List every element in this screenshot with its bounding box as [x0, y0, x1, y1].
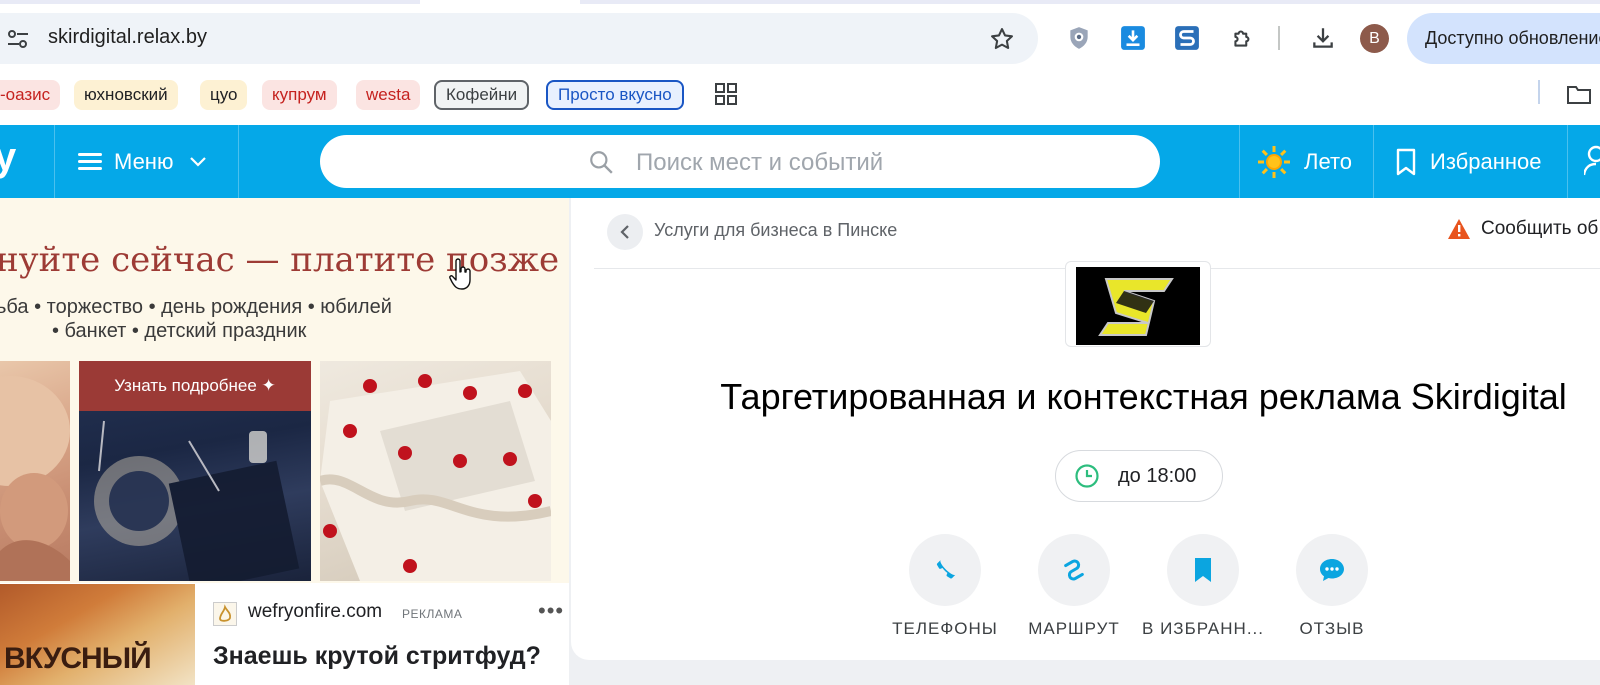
working-hours-badge[interactable]: до 18:00	[1055, 450, 1223, 502]
update-button[interactable]: Доступно обновление	[1407, 13, 1600, 64]
bookmark-item[interactable]: westa	[356, 80, 421, 110]
bookmark-item[interactable]: Просто вкусно	[546, 80, 684, 110]
phones-button[interactable]: ТЕЛЕФОНЫ	[875, 534, 1015, 639]
ad-banner[interactable]: нуйте сейчас — платите позже ьба • торже…	[0, 198, 569, 583]
comment-icon	[1318, 557, 1346, 583]
download-extension-icon[interactable]	[1120, 25, 1146, 51]
action-label: ТЕЛЕФОНЫ	[892, 619, 998, 638]
report-link[interactable]: Сообщить об	[1447, 218, 1598, 240]
action-label: В ИЗБРАНН...	[1142, 619, 1264, 638]
folder-icon[interactable]	[1566, 82, 1592, 106]
ad-label: РЕКЛАМА	[402, 607, 463, 621]
route-icon	[1060, 556, 1088, 584]
review-button[interactable]: ОТЗЫВ	[1262, 534, 1402, 639]
url-text[interactable]: skirdigital.relax.by	[48, 26, 207, 49]
header-divider	[1373, 125, 1374, 198]
company-card: Услуги для бизнеса в Пинске Сообщить об …	[571, 198, 1600, 660]
chevron-left-icon	[618, 224, 632, 240]
warning-icon	[1447, 218, 1471, 240]
route-button[interactable]: МАРШРУТ	[1004, 534, 1144, 639]
downloads-icon[interactable]	[1310, 25, 1336, 51]
ad-food-text: ВКУСНЫЙ	[4, 642, 152, 675]
s-extension-icon[interactable]	[1174, 25, 1200, 51]
ad-headline: нуйте сейчас — платите позже	[0, 240, 560, 280]
shield-extension-icon[interactable]	[1066, 25, 1092, 51]
bookmark-item[interactable]: купрум	[262, 80, 337, 110]
ad-photo-person	[0, 361, 70, 581]
ad-title[interactable]: Знаешь крутой стритфуд?	[213, 642, 541, 671]
puzzle-extensions-icon[interactable]	[1230, 25, 1256, 51]
ad-food-image: ВКУСНЫЙ	[0, 584, 195, 685]
site-logo[interactable]: y	[0, 135, 16, 180]
ad-photo-cake	[320, 361, 551, 581]
bookmark-item[interactable]: -оазис	[0, 80, 61, 110]
bookmark-icon	[1193, 557, 1213, 583]
company-logo	[1065, 261, 1211, 347]
search-input[interactable]: Поиск мест и событий	[320, 135, 1160, 188]
search-placeholder: Поиск мест и событий	[636, 149, 884, 176]
bookmark-outline-icon	[1396, 148, 1416, 176]
bookmarks-bar: -оазис юхновский цуо купрум westa Кофейн…	[0, 78, 1600, 124]
header-divider	[1239, 125, 1240, 198]
bookmark-item[interactable]: цуо	[200, 80, 248, 110]
tab-strip	[0, 0, 1600, 4]
menu-label: Меню	[114, 148, 174, 174]
hand-cursor-icon	[448, 258, 474, 292]
company-name: Таргетированная и контекстная реклама Sk…	[720, 376, 1567, 417]
favorites-label: Избранное	[1430, 148, 1542, 174]
header-divider	[54, 125, 55, 198]
toolbar-separator	[1278, 26, 1280, 50]
summer-button[interactable]: Лето	[1256, 125, 1352, 198]
bookmark-star-icon[interactable]	[989, 26, 1015, 52]
more-options-icon[interactable]: •••	[538, 598, 564, 624]
action-label: МАРШРУТ	[1028, 619, 1120, 638]
bookmark-item[interactable]: юхновский	[74, 80, 178, 110]
ad-subline: • банкет • детский праздник	[52, 320, 307, 342]
address-bar[interactable]: skirdigital.relax.by	[0, 13, 1038, 64]
ad-card[interactable]: ВКУСНЫЙ wefryonfire.com РЕКЛАМА ••• Знае…	[0, 584, 569, 685]
sun-icon	[1256, 144, 1292, 180]
apps-grid-icon[interactable]	[714, 82, 738, 106]
site-info-icon[interactable]	[6, 27, 30, 51]
profile-avatar[interactable]: B	[1360, 24, 1389, 53]
back-button[interactable]	[607, 214, 643, 250]
bookmarks-separator	[1538, 80, 1540, 104]
action-label: ОТЗЫВ	[1299, 619, 1365, 638]
phone-icon	[932, 557, 958, 583]
learn-more-button[interactable]: Узнать подробнее ✦	[79, 361, 311, 411]
site-header: y Меню Поиск мест и событий Лето Избранн…	[0, 125, 1600, 198]
menu-button[interactable]: Меню	[78, 125, 207, 198]
chevron-down-icon	[189, 156, 207, 168]
clock-icon	[1074, 463, 1100, 489]
add-to-favorites-button[interactable]: В ИЗБРАНН...	[1133, 534, 1273, 639]
header-divider	[1567, 125, 1568, 198]
user-icon[interactable]	[1582, 145, 1600, 177]
hamburger-icon	[78, 152, 102, 171]
advertiser-domain[interactable]: wefryonfire.com	[248, 601, 382, 623]
favorites-button[interactable]: Избранное	[1396, 125, 1542, 198]
report-label: Сообщить об	[1481, 218, 1599, 239]
ad-photo-table: Узнать подробнее ✦	[79, 361, 311, 581]
search-icon	[588, 149, 614, 175]
header-divider	[238, 125, 239, 198]
hours-text: до 18:00	[1118, 464, 1197, 487]
advertiser-logo	[213, 602, 237, 626]
ad-subline: ьба • торжество • день рождения • юбилей	[0, 296, 392, 318]
breadcrumb[interactable]: Услуги для бизнеса в Пинске	[654, 220, 897, 241]
bookmark-item[interactable]: Кофейни	[434, 80, 530, 110]
browser-toolbar: skirdigital.relax.by B Доступно обновлен…	[0, 0, 1600, 78]
summer-label: Лето	[1304, 148, 1353, 174]
ad-banner-column: нуйте сейчас — платите позже ьба • торже…	[0, 198, 569, 685]
